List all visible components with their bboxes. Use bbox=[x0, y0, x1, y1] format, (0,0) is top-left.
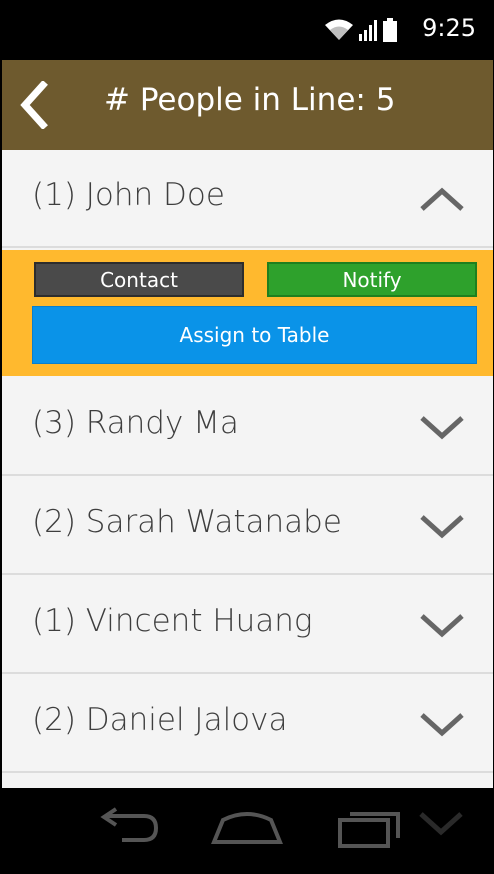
list-item[interactable]: (3) Randy Ma bbox=[2, 378, 493, 476]
party-actions-panel: Contact Notify Assign to Table bbox=[2, 250, 493, 376]
chevron-down-icon bbox=[419, 812, 463, 836]
signal-icon bbox=[359, 20, 377, 41]
party-label: (2) Sarah Watanabe bbox=[32, 504, 342, 540]
chevron-down-icon[interactable] bbox=[419, 414, 465, 440]
status-time: 9:25 bbox=[422, 14, 476, 42]
status-icons bbox=[324, 16, 398, 44]
party-label: (1) Vincent Huang bbox=[32, 603, 313, 639]
system-nav-bar bbox=[0, 788, 494, 874]
queue-list: (1) John Doe Contact Notify Assign to Ta… bbox=[2, 150, 493, 788]
contact-button[interactable]: Contact bbox=[34, 262, 244, 297]
home-icon[interactable] bbox=[210, 806, 284, 846]
list-item[interactable]: (2) Sarah Watanabe bbox=[2, 477, 493, 575]
assign-table-button[interactable]: Assign to Table bbox=[32, 306, 477, 364]
party-label: (2) Daniel Jalova bbox=[32, 702, 288, 738]
list-item[interactable]: (1) Vincent Huang bbox=[2, 576, 493, 674]
status-bar: 9:25 bbox=[0, 0, 494, 60]
party-label: (1) John Doe bbox=[32, 177, 225, 213]
app-header: # People in Line: 5 bbox=[2, 60, 493, 150]
list-item[interactable]: (1) John Doe bbox=[2, 150, 493, 248]
recents-icon[interactable] bbox=[336, 806, 406, 848]
chevron-down-icon[interactable] bbox=[419, 711, 465, 737]
chevron-left-icon bbox=[20, 81, 48, 129]
chevron-down-icon[interactable] bbox=[419, 513, 465, 539]
battery-icon bbox=[383, 18, 397, 42]
party-label: (3) Randy Ma bbox=[32, 405, 239, 441]
chevron-down-icon[interactable] bbox=[419, 612, 465, 638]
wifi-icon bbox=[325, 19, 353, 40]
list-item[interactable]: (2) Daniel Jalova bbox=[2, 675, 493, 773]
chevron-up-icon[interactable] bbox=[419, 186, 465, 212]
back-button[interactable] bbox=[14, 78, 54, 132]
page-title: # People in Line: 5 bbox=[104, 82, 396, 118]
list-item[interactable] bbox=[2, 774, 493, 788]
notify-button[interactable]: Notify bbox=[267, 262, 477, 297]
back-arrow-icon[interactable] bbox=[92, 806, 162, 846]
